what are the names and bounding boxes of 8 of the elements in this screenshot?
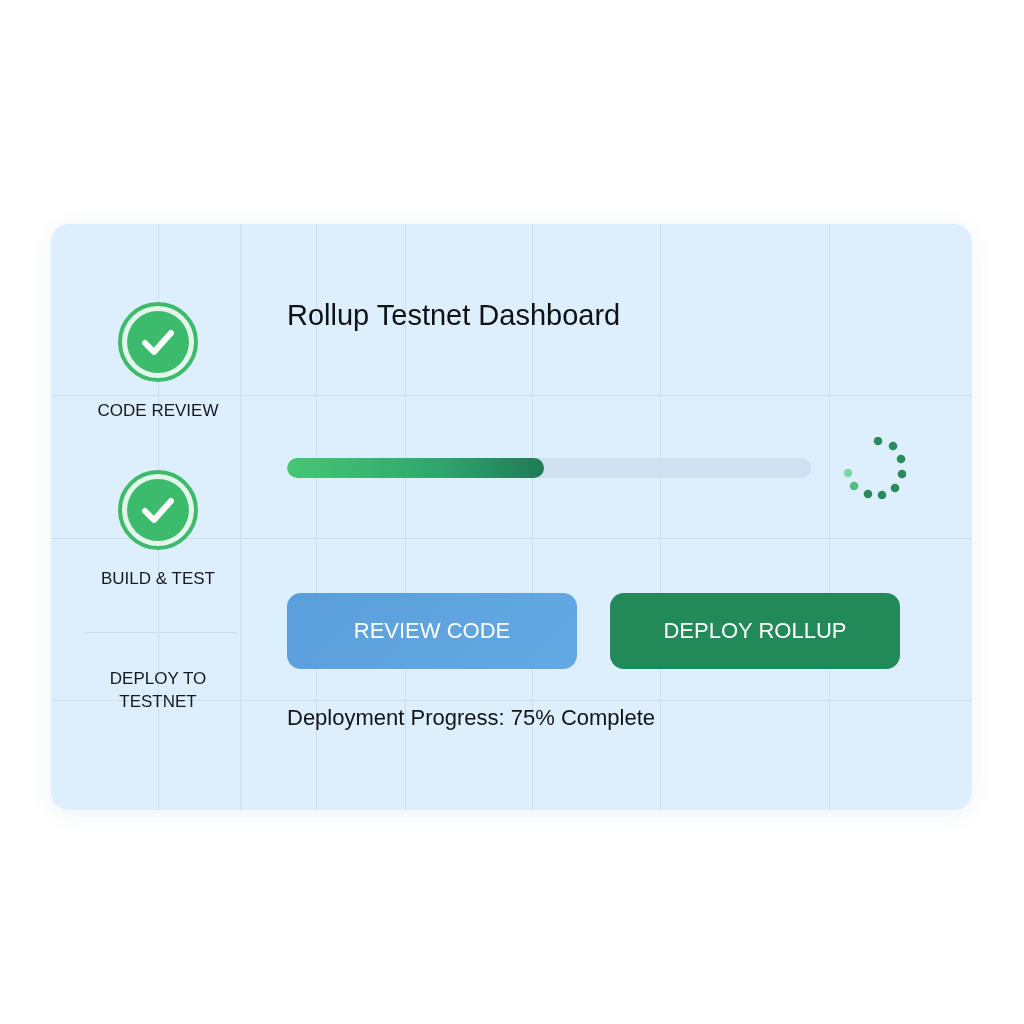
step-label: DEPLOY TO TESTNET	[108, 668, 208, 713]
step-label: BUILD & TEST	[101, 568, 215, 590]
action-button[interactable]: DEPLOY ROLLUP	[610, 593, 900, 669]
action-button[interactable]: REVIEW CODE	[287, 593, 577, 669]
spinner-icon	[844, 437, 906, 499]
dashboard-title: Rollup Testnet Dashboard	[287, 298, 621, 332]
progress-status-text: Deployment Progress: 75% Complete	[287, 704, 656, 732]
step-label: CODE REVIEW	[97, 400, 219, 422]
